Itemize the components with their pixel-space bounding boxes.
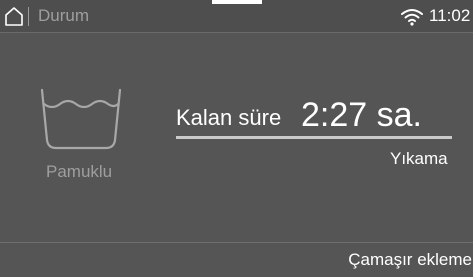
appliance-screen: Durum 11:02 Pamuklu Kalan süre 2:27 sa. … [0, 0, 473, 277]
remaining-time-label: Kalan süre [176, 105, 282, 130]
remaining-time-value: 2:27 sa. [301, 96, 422, 134]
home-icon[interactable] [4, 6, 24, 26]
progress-bar [176, 136, 452, 139]
top-indicator [212, 0, 262, 4]
program-name: Pamuklu [46, 162, 113, 181]
clock: 11:02 [429, 6, 471, 25]
status-bar: Durum 11:02 [0, 0, 473, 33]
wifi-icon [400, 7, 424, 26]
washtub-icon [38, 84, 124, 154]
title-separator [28, 7, 29, 26]
add-laundry-button[interactable]: Çamaşır ekleme [340, 243, 473, 277]
section-title: Durum [38, 6, 90, 25]
program-phase: Yıkama [390, 149, 448, 168]
